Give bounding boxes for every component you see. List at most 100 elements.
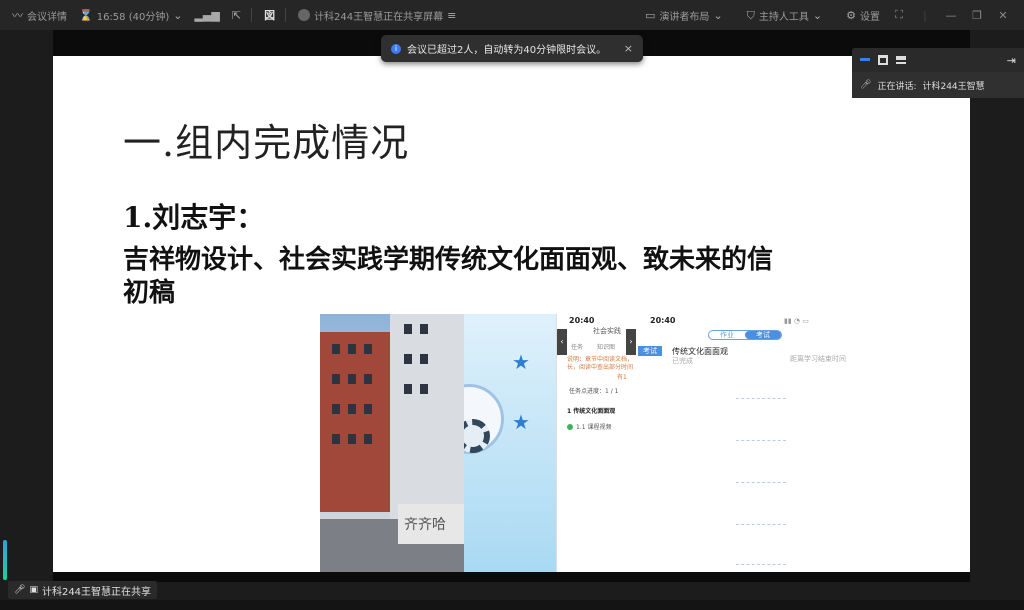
panel-view-controls: ⇥ xyxy=(852,48,1024,72)
window-shape xyxy=(364,434,372,444)
phone-screenshot-course: ‹ › 20:40 社会实践 任务 知识图 说明：章节中阅读文档，长，阅读中查出… xyxy=(556,314,636,572)
chevron-down-icon: ⌄ xyxy=(812,8,823,22)
host-tools-label: 主持人工具 xyxy=(758,11,809,23)
info-icon: i xyxy=(391,43,401,54)
meeting-limit-notification: i 会议已超过2人，自动转为40分钟限时会议。 × xyxy=(381,35,643,62)
speaker-layout-button[interactable]: ▭ 演讲者布局 ⌄ xyxy=(645,8,723,23)
tab-exam[interactable]: 考试 xyxy=(745,331,781,339)
close-window-button[interactable]: ✕ xyxy=(996,9,1010,22)
chevron-right-icon[interactable]: › xyxy=(626,329,636,355)
list-view-icon[interactable] xyxy=(896,56,906,64)
gate-sign: 齐齐哈 xyxy=(398,504,464,544)
close-icon: ✕ xyxy=(998,8,1008,22)
sharing-tag-label: 计科244王智慧正在共享 xyxy=(41,586,152,598)
window-shape xyxy=(364,344,372,354)
settings-button[interactable]: ⚙ 设置 xyxy=(846,8,880,23)
dashed-divider xyxy=(736,564,786,565)
external-link-icon: ⇱ xyxy=(231,8,242,22)
minimize-panel-icon[interactable] xyxy=(860,58,870,68)
tab-knowledge: 知识图 xyxy=(597,344,616,351)
speaking-name: 计科244王智慧 xyxy=(922,81,985,92)
signal-icon: ▂▄▆ xyxy=(194,8,220,22)
hourglass-icon: ⌛ xyxy=(79,8,93,22)
dashed-divider xyxy=(736,398,786,399)
external-link-button[interactable]: ⇱ xyxy=(232,10,241,21)
avatar xyxy=(298,9,311,21)
chevron-down-icon: ⌄ xyxy=(713,8,723,22)
minimize-button[interactable]: — xyxy=(944,9,958,22)
shield-icon: ⛉ xyxy=(746,8,755,22)
speaking-indicator: 🎤︎ 正在讲话: 计科244王智慧 xyxy=(852,72,1024,98)
settings-label: 设置 xyxy=(860,11,880,23)
meeting-details-label: 会议详情 xyxy=(27,11,67,23)
speaker-panel: ⇥ 🎤︎ 正在讲话: 计科244王智慧 xyxy=(852,48,1024,98)
white-building xyxy=(390,314,464,524)
course-header: 社会实践 xyxy=(593,327,621,335)
window-shape xyxy=(420,354,428,364)
speaking-label: 正在讲话: xyxy=(877,81,917,92)
meeting-timer[interactable]: ⌛ 16:58 (40分钟) ⌄ xyxy=(79,8,182,23)
audio-level-meter xyxy=(3,540,7,580)
list-item-label: 1.1 课程视频 xyxy=(576,424,612,431)
microphone-icon: 🎤︎ xyxy=(14,585,26,595)
signal-button[interactable]: ▂▄▆ xyxy=(194,10,219,21)
window-shape xyxy=(332,344,340,354)
collapse-panel-icon[interactable]: ⇥ xyxy=(1007,54,1016,67)
sharing-status-label: 计科244王智慧正在共享屏幕 xyxy=(314,11,444,23)
divider: | xyxy=(923,8,927,22)
fullscreen-button[interactable]: ⛶ xyxy=(892,8,906,22)
star-icon: ★ xyxy=(512,350,530,374)
window-view-icon[interactable] xyxy=(878,55,888,65)
minimize-icon: — xyxy=(945,8,957,22)
menu-icon: ≡ xyxy=(447,8,457,22)
annotate-button[interactable]: 図 xyxy=(264,10,275,21)
window-shape xyxy=(348,404,356,414)
window-shape xyxy=(332,404,340,414)
dashed-divider xyxy=(736,440,786,441)
fullscreen-icon: ⛶ xyxy=(895,8,903,21)
image-collage: 齐齐哈 ★ ★ ‹ › 20:40 社会实践 任务 知识图 说明：章节中阅读文档… xyxy=(320,314,865,572)
chevron-down-icon: ⌄ xyxy=(173,8,183,22)
top-right-controls: ▭ 演讲者布局 ⌄ ⛉ 主持人工具 ⌄ ⚙ 设置 ⛶ | — ❐ ✕ xyxy=(633,0,1024,30)
mascot-image: ★ ★ xyxy=(464,314,556,572)
paragraph-line: 吉祥物设计、社会实践学期传统文化面面观、致未来的信 xyxy=(123,245,774,275)
shared-screen-bottom-border xyxy=(53,572,970,582)
sharing-status[interactable]: 计科244王智慧正在共享屏幕 ≡ xyxy=(298,8,456,23)
section-title: 1 传统文化面面观 xyxy=(567,408,616,415)
speaker-layout-label: 演讲者布局 xyxy=(659,11,710,23)
phone-time: 20:40 xyxy=(650,316,676,325)
chevron-left-icon[interactable]: ‹ xyxy=(557,329,567,355)
window-shape xyxy=(404,354,412,364)
list-item[interactable]: 1.1 课程视频 xyxy=(567,422,611,431)
dashed-divider xyxy=(736,524,786,525)
paragraph-line: 初稿 xyxy=(123,278,176,308)
divider xyxy=(251,8,253,22)
microphone-icon: 🎤︎ xyxy=(860,80,872,90)
window-shape xyxy=(332,434,340,444)
exam-hint: 距离学习结束时间 xyxy=(790,355,846,363)
exam-badge: 考试 xyxy=(638,346,662,356)
task-progress: 任务点进度：1 / 1 xyxy=(569,388,619,395)
window-shape xyxy=(404,384,412,394)
divider xyxy=(285,8,287,22)
window-shape xyxy=(348,434,356,444)
meeting-window: 〰 会议详情 ⌛ 16:58 (40分钟) ⌄ ▂▄▆ ⇱ 図 计科244王智慧… xyxy=(0,0,1024,610)
timer-label: 16:58 (40分钟) xyxy=(96,11,170,23)
window-shape xyxy=(420,384,428,394)
tab-homework[interactable]: 作业 xyxy=(709,331,745,339)
red-building xyxy=(320,332,400,512)
slide-paragraph: 吉祥物设计、社会实践学期传统文化面面观、致未来的信 初稿 xyxy=(123,244,923,310)
restore-button[interactable]: ❐ xyxy=(970,9,984,22)
layout-icon: ▭ xyxy=(645,8,656,22)
annotate-icon: 図 xyxy=(264,8,276,22)
bottom-strip xyxy=(0,600,1024,610)
notification-message: 会议已超过2人，自动转为40分钟限时会议。 xyxy=(407,45,607,56)
course-description: 说明：章节中阅读文档，长，阅读中查出部分时间 xyxy=(567,356,634,371)
slide-subtitle: 1.刘志宇： xyxy=(123,201,265,234)
meeting-details-button[interactable]: 〰 会议详情 xyxy=(12,8,67,23)
gear-icon: ⚙ xyxy=(846,8,856,22)
phone-screenshot-exam: 20:40 ▮▮ ◔ ▭ 作业 考试 考试 传统文化面面观 已完成 距离学习结束… xyxy=(636,314,865,572)
dashed-divider xyxy=(736,482,786,483)
host-tools-button[interactable]: ⛉ 主持人工具 ⌄ xyxy=(747,8,822,23)
close-notification-button[interactable]: × xyxy=(624,42,633,55)
